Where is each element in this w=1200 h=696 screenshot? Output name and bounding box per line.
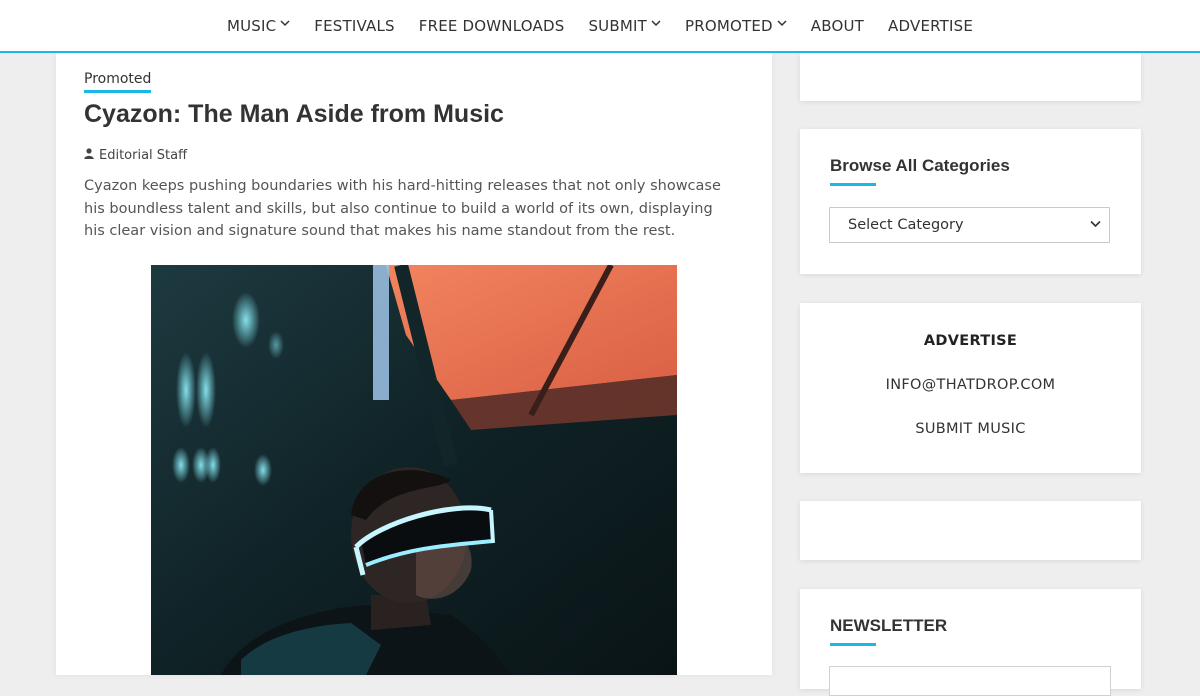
nav-item-advertise[interactable]: ADVERTISE <box>876 17 985 35</box>
article-excerpt: Cyazon keeps pushing boundaries with his… <box>84 178 721 239</box>
chevron-down-icon <box>651 19 661 30</box>
nav-item-promoted[interactable]: PROMOTED <box>673 17 799 35</box>
sidebar-widget-empty <box>800 501 1141 560</box>
submit-music-link[interactable]: SUBMIT MUSIC <box>800 421 1141 437</box>
nav-item-label: MUSIC <box>226 16 277 35</box>
select-value: Select Category <box>848 217 964 233</box>
nav-menu: MUSIC FESTIVALS FREE DOWNLOADS SUBMIT PR… <box>215 17 985 35</box>
advertise-content: ADVERTISE INFO@THATDROP.COM SUBMIT MUSIC <box>800 333 1141 437</box>
nav-item-label: ABOUT <box>810 16 865 35</box>
categories-widget: Browse All Categories Select Category <box>800 129 1141 274</box>
article-featured-image[interactable] <box>151 265 677 675</box>
nav-item-music[interactable]: MUSIC <box>215 17 302 35</box>
email-link[interactable]: INFO@THATDROP.COM <box>800 377 1141 393</box>
author-byline: Editorial Staff <box>84 148 187 163</box>
nav-item-label: PROMOTED <box>684 16 773 35</box>
sidebar-widget-empty-top <box>800 53 1141 101</box>
nav-item-label: SUBMIT <box>588 16 647 35</box>
author-name[interactable]: Editorial Staff <box>99 148 187 163</box>
nav-item-free-downloads[interactable]: FREE DOWNLOADS <box>407 17 577 35</box>
user-icon <box>84 148 94 163</box>
top-navigation: MUSIC FESTIVALS FREE DOWNLOADS SUBMIT PR… <box>0 0 1200 53</box>
newsletter-widget: NEWSLETTER <box>800 589 1141 696</box>
nav-item-festivals[interactable]: FESTIVALS <box>302 17 406 35</box>
chevron-down-icon <box>1090 218 1101 231</box>
nav-item-about[interactable]: ABOUT <box>799 17 876 35</box>
nav-item-submit[interactable]: SUBMIT <box>576 17 673 35</box>
advertise-heading: ADVERTISE <box>923 333 1018 349</box>
article-title[interactable]: Cyazon: The Man Aside from Music <box>84 100 504 129</box>
featured-photo-illustration <box>151 265 677 675</box>
chevron-down-icon <box>777 19 787 30</box>
nav-item-label: FREE DOWNLOADS <box>418 16 565 35</box>
category-tag[interactable]: Promoted <box>84 71 152 93</box>
advertise-widget: ADVERTISE INFO@THATDROP.COM SUBMIT MUSIC <box>800 303 1141 473</box>
article-card: Promoted Cyazon: The Man Aside from Musi… <box>56 53 772 675</box>
widget-title: Browse All Categories <box>830 156 1010 186</box>
chevron-down-icon <box>280 19 290 30</box>
category-select[interactable]: Select Category <box>829 207 1110 243</box>
newsletter-email-input[interactable] <box>829 666 1111 696</box>
nav-item-label: ADVERTISE <box>888 16 974 35</box>
nav-item-label: FESTIVALS <box>314 16 395 35</box>
widget-title: NEWSLETTER <box>830 616 947 646</box>
